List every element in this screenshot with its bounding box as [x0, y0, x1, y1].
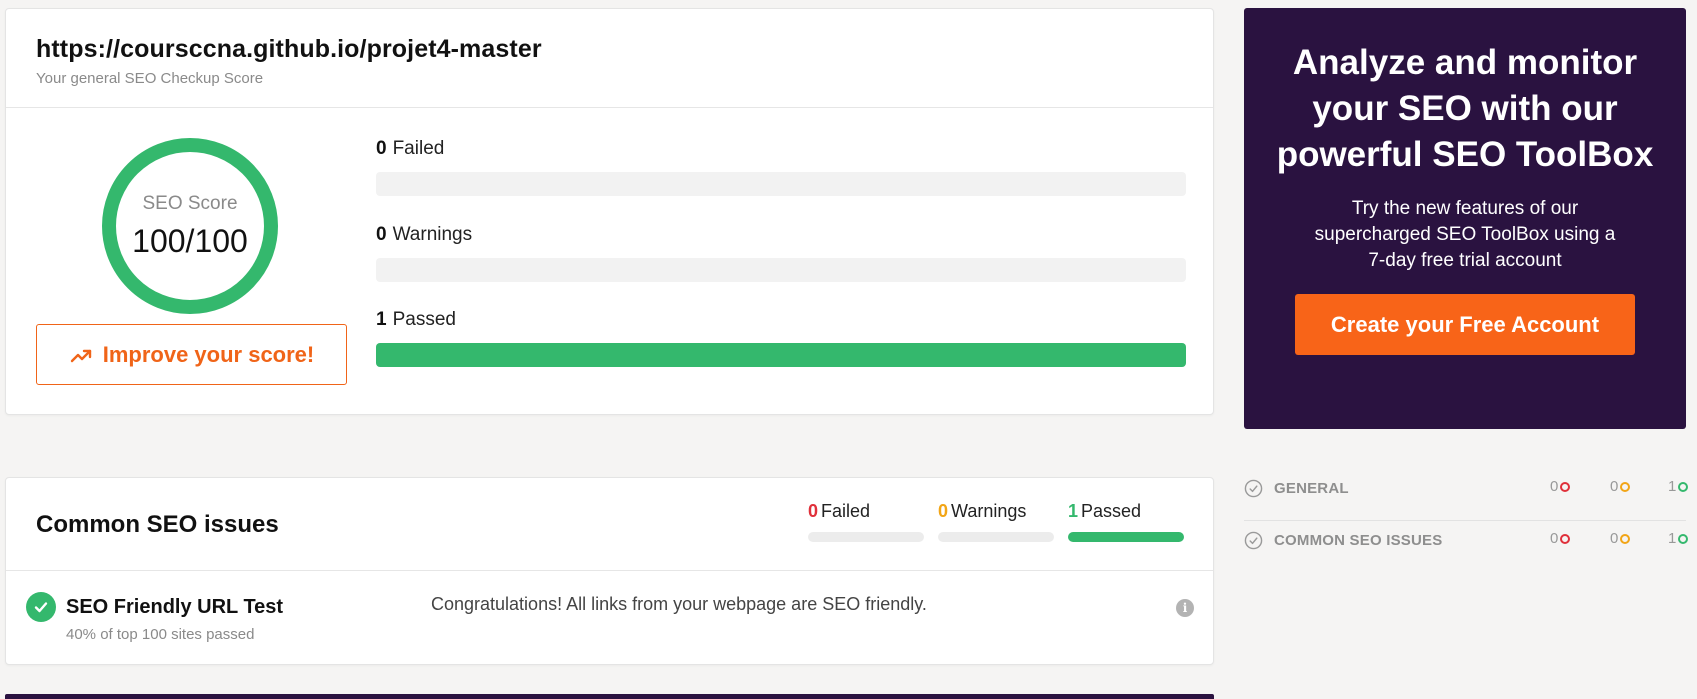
sidebar-failed-count: 0 — [1550, 530, 1571, 547]
issues-passed-summary: 1 Passed — [1068, 501, 1184, 542]
seo-score-card: https://courscсna.github.io/projet4-mast… — [5, 8, 1214, 415]
sidebar-passed-count: 1 — [1668, 478, 1689, 495]
promo-panel: Analyze and monitor your SEO with our po… — [1244, 8, 1686, 429]
check-circle-icon — [1244, 531, 1263, 550]
issue-message: Congratulations! All links from your web… — [431, 594, 927, 614]
warnings-stat: 0 Warnings — [376, 224, 1186, 282]
issues-failed-bar — [808, 532, 924, 542]
failed-count: 0 — [376, 138, 387, 159]
issues-warnings-bar — [938, 532, 1054, 542]
passed-count: 1 — [376, 309, 387, 330]
failed-label: Failed — [392, 138, 445, 159]
issues-warnings-label: Warnings — [951, 501, 1027, 521]
improve-score-button[interactable]: Improve your score! — [36, 324, 347, 385]
sidebar-passed-count: 1 — [1668, 530, 1689, 547]
issues-header: Common SEO issues 0 Failed 0 Warnings 1 Pas… — [6, 478, 1213, 571]
warning-dot-icon — [1620, 533, 1631, 544]
page-subtitle: Your general SEO Checkup Score — [36, 70, 264, 87]
passed-value: 1 — [1668, 478, 1677, 495]
passed-progress-bar — [376, 343, 1186, 367]
issues-warnings-count: 0 — [938, 501, 949, 521]
score-body: SEO Score 100/100 Improve your score! 0F… — [6, 108, 1213, 414]
failed-progress-bar — [376, 172, 1186, 196]
issues-passed-label: Passed — [1081, 501, 1142, 521]
passed-stat: 1 Passed — [376, 309, 1186, 367]
warnings-progress-bar — [376, 258, 1186, 282]
seo-score-ring: SEO Score 100/100 — [102, 138, 278, 314]
common-seo-issues-card: Common SEO issues 0 Failed 0 Warnings 1 Pas… — [5, 477, 1214, 665]
warnings-label: Warnings — [392, 224, 473, 245]
seo-score-label: SEO Score — [142, 192, 238, 214]
info-icon[interactable]: i — [1176, 599, 1194, 617]
page-url-title: https://courscсna.github.io/projet4-mast… — [36, 35, 542, 63]
warning-dot-icon — [1620, 481, 1631, 492]
issues-passed-bar — [1068, 532, 1184, 542]
promo-title: Analyze and monitor your SEO with our po… — [1276, 43, 1654, 174]
sidebar-warnings-count: 0 — [1610, 530, 1631, 547]
passed-dot-icon — [1678, 481, 1689, 492]
issue-subtitle: 40% of top 100 sites passed — [66, 626, 255, 643]
issue-row-seo-friendly-url[interactable]: SEO Friendly URL Test 40% of top 100 sit… — [6, 571, 1213, 665]
issues-warnings-summary: 0 Warnings — [938, 501, 1054, 542]
sidebar-item-common-seo-issues[interactable]: COMMON SEO ISSUES 0 0 1 — [1244, 520, 1689, 571]
failed-value: 0 — [1550, 530, 1559, 547]
passed-label: Passed — [392, 309, 456, 330]
check-icon — [26, 592, 56, 622]
warnings-value: 0 — [1610, 478, 1619, 495]
sidebar-item-label: GENERAL — [1274, 480, 1349, 497]
issues-title: Common SEO issues — [36, 511, 279, 538]
sidebar-item-general[interactable]: GENERAL 0 0 1 — [1244, 469, 1689, 520]
failed-value: 0 — [1550, 478, 1559, 495]
failed-dot-icon — [1560, 481, 1571, 492]
check-circle-icon — [1244, 479, 1263, 498]
score-header: https://courscсna.github.io/projet4-mast… — [6, 9, 1213, 108]
issues-passed-count: 1 — [1068, 501, 1079, 521]
warnings-count: 0 — [376, 224, 387, 245]
sidebar-warnings-count: 0 — [1610, 478, 1631, 495]
promo-text: Try the new features of our supercharged… — [1314, 198, 1616, 271]
sidebar-item-label: COMMON SEO ISSUES — [1274, 532, 1443, 549]
create-account-button[interactable]: Create your Free Account — [1295, 294, 1635, 355]
failed-dot-icon — [1560, 533, 1571, 544]
seo-score-value: 100/100 — [132, 222, 248, 259]
trending-up-icon — [70, 349, 91, 362]
passed-progress-fill — [376, 343, 1186, 367]
issues-failed-summary: 0 Failed — [808, 501, 924, 542]
failed-stat: 0 Failed — [376, 138, 1186, 196]
warnings-value: 0 — [1610, 530, 1619, 547]
sidebar-failed-count: 0 — [1550, 478, 1571, 495]
issue-title: SEO Friendly URL Test — [66, 596, 284, 618]
issues-failed-count: 0 — [808, 501, 819, 521]
passed-value: 1 — [1668, 530, 1677, 547]
issues-failed-label: Failed — [821, 501, 871, 521]
improve-score-label: Improve your score! — [102, 341, 315, 367]
category-sidebar: GENERAL 0 0 1 COMMON SEO ISSUES 0 0 1 — [1244, 469, 1689, 571]
passed-dot-icon — [1678, 533, 1689, 544]
next-section-edge — [5, 694, 1214, 699]
